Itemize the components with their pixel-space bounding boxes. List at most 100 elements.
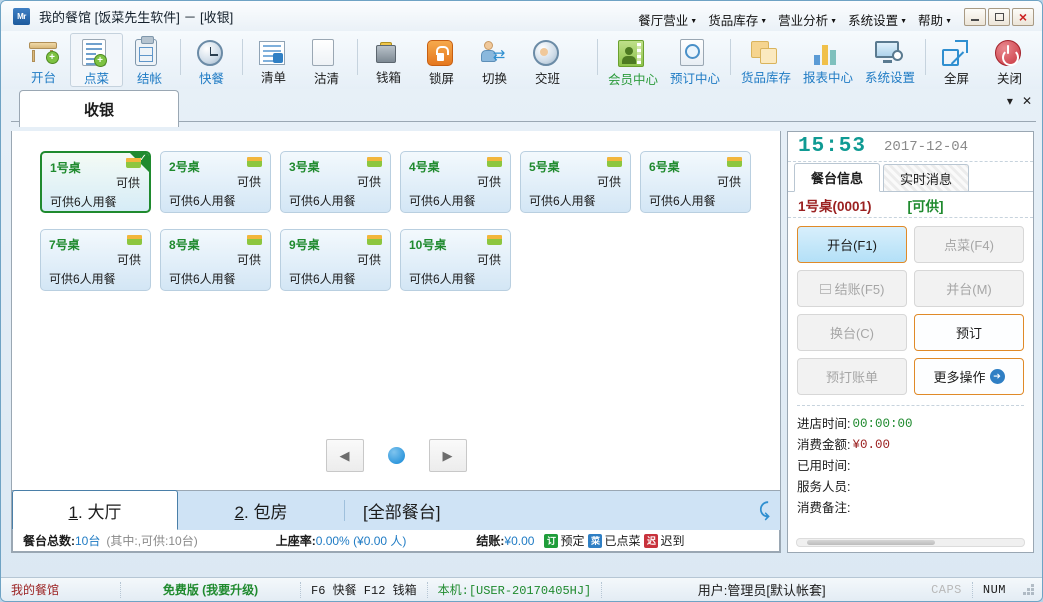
toolbar-separator bbox=[730, 39, 731, 75]
total-tables-note: (其中:,可供:10台) bbox=[106, 534, 198, 548]
table-card-2[interactable]: 2号桌 可供 可供6人用餐 bbox=[160, 151, 271, 213]
toolbar-soldout[interactable]: 沽清 bbox=[300, 33, 353, 87]
tab-realtime-message[interactable]: 实时消息 bbox=[883, 164, 970, 191]
table-card-10[interactable]: 10号桌 可供 可供6人用餐 bbox=[400, 229, 511, 291]
toolbar-open-table[interactable]: + 开台 bbox=[17, 33, 70, 87]
area-tab-private-room[interactable]: 2. 包房 bbox=[178, 491, 344, 530]
change-table-button[interactable]: 换台(C) bbox=[797, 314, 907, 351]
table-capacity: 可供6人用餐 bbox=[169, 272, 236, 286]
toolbar-system-settings[interactable]: 系统设置 bbox=[859, 33, 921, 87]
tab-table-info[interactable]: 餐台信息 bbox=[794, 163, 881, 192]
report-center-icon bbox=[813, 37, 843, 65]
menu-item-business-analysis[interactable]: 营业分析 ▼ bbox=[773, 8, 842, 31]
toolbar-checkout[interactable]: 结帐 bbox=[123, 33, 176, 87]
inventory-icon bbox=[751, 37, 781, 65]
table-card-3[interactable]: 3号桌 可供 可供6人用餐 bbox=[280, 151, 391, 213]
order-dish-button[interactable]: 点菜(F4) bbox=[914, 226, 1024, 263]
tab-list-chevron-icon[interactable]: ▾ bbox=[1007, 94, 1013, 108]
table-card-1[interactable]: ✓ 1号桌 可供 可供6人用餐 bbox=[40, 151, 151, 213]
prev-page-button[interactable]: ◀ bbox=[325, 439, 364, 472]
resize-grip[interactable] bbox=[1022, 583, 1036, 597]
more-operations-button[interactable]: 更多操作 ➔ bbox=[914, 358, 1024, 395]
table-status: 可供 bbox=[716, 175, 741, 189]
menu-item-system-settings[interactable]: 系统设置 ▼ bbox=[843, 8, 912, 31]
info-amount: 消费金额: ¥0.00 bbox=[797, 435, 1024, 456]
title-bar: Mr 我的餐馆 [饭菜先生软件] － [收银] 餐厅营业 ▼ 货品库存 ▼ 营业分析… bbox=[1, 1, 1042, 31]
scrollbar-thumb[interactable] bbox=[807, 540, 935, 545]
info-value: 00:00:00 bbox=[852, 417, 913, 431]
toolbar-power-off[interactable]: 关闭 bbox=[983, 33, 1036, 87]
toolbar-list[interactable]: 清单 bbox=[247, 33, 300, 87]
info-label: 进店时间: bbox=[797, 417, 851, 431]
tab-controls: ▾ ✕ bbox=[1007, 94, 1032, 108]
tab-close-icon[interactable]: ✕ bbox=[1022, 94, 1032, 108]
checkout-button[interactable]: 结账(F5) bbox=[797, 270, 907, 307]
toolbar-order-dish[interactable]: + 点菜 bbox=[70, 33, 123, 87]
table-capacity: 可供6人用餐 bbox=[409, 194, 476, 208]
toolbar-fullscreen[interactable]: 全屏 bbox=[930, 33, 983, 87]
status-edition[interactable]: 免费版 (我要升级) bbox=[121, 581, 301, 598]
table-status-icon bbox=[487, 157, 502, 168]
table-capacity: 可供6人用餐 bbox=[50, 195, 117, 209]
toolbar-shift-change[interactable]: 交班 bbox=[521, 33, 574, 87]
table-status-icon bbox=[367, 157, 382, 168]
merge-table-button[interactable]: 并台(M) bbox=[914, 270, 1024, 307]
toolbar-member-center[interactable]: 会员中心 bbox=[602, 33, 664, 87]
menu-item-restaurant-business[interactable]: 餐厅营业 ▼ bbox=[633, 8, 702, 31]
table-status-icon bbox=[487, 235, 502, 246]
table-capacity: 可供6人用餐 bbox=[409, 272, 476, 286]
toolbar-label: 系统设置 bbox=[864, 71, 915, 85]
horizontal-scrollbar[interactable] bbox=[796, 538, 1025, 547]
open-table-button[interactable]: 开台(F1) bbox=[797, 226, 907, 263]
table-name: 5号桌 bbox=[529, 160, 560, 174]
maximize-icon bbox=[994, 13, 1004, 21]
tables-pane: ✓ 1号桌 可供 可供6人用餐 2号桌 可供 可供6人用餐 3号桌 可供 可供6… bbox=[11, 131, 781, 553]
info-server: 服务人员: bbox=[797, 477, 1024, 498]
table-card-4[interactable]: 4号桌 可供 可供6人用餐 bbox=[400, 151, 511, 213]
pre-print-bill-button[interactable]: 预打账单 bbox=[797, 358, 907, 395]
toolbar-cash-drawer[interactable]: 钱箱 bbox=[362, 33, 415, 87]
app-logo-icon: Mr bbox=[13, 7, 30, 25]
minimize-button[interactable] bbox=[964, 8, 986, 26]
table-card-6[interactable]: 6号桌 可供 可供6人用餐 bbox=[640, 151, 751, 213]
refresh-icon[interactable]: ⤸ bbox=[759, 500, 770, 521]
close-button[interactable]: × bbox=[1012, 8, 1034, 26]
toolbar-fastfood[interactable]: 快餐 bbox=[185, 33, 238, 87]
maximize-button[interactable] bbox=[988, 8, 1010, 26]
table-card-5[interactable]: 5号桌 可供 可供6人用餐 bbox=[520, 151, 631, 213]
selected-table-header: 1号桌(0001) [可供] bbox=[788, 192, 1033, 218]
toolbar-switch-user[interactable]: ⇄ 切换 bbox=[468, 33, 521, 87]
selected-table-name: 1号桌(0001) bbox=[798, 198, 872, 214]
tab-cashier[interactable]: 收银 bbox=[19, 90, 179, 127]
page-indicator-dot[interactable] bbox=[387, 447, 405, 464]
table-name: 10号桌 bbox=[409, 238, 447, 252]
toolbar-lock-screen[interactable]: 锁屏 bbox=[415, 33, 468, 87]
right-tab-bar: 餐台信息 实时消息 bbox=[788, 162, 1033, 192]
menu-item-help[interactable]: 帮助 ▼ bbox=[913, 8, 957, 31]
info-value: ¥0.00 bbox=[852, 438, 890, 452]
toolbar-inventory[interactable]: 货品库存 bbox=[735, 33, 797, 87]
area-tab-label: 包房 bbox=[253, 503, 288, 522]
toolbar-label: 沽清 bbox=[313, 72, 339, 86]
window-controls: × bbox=[964, 8, 1034, 26]
reserve-button[interactable]: 预订 bbox=[914, 314, 1024, 351]
status-legend: 订 预定 菜 已点菜 迟 迟到 bbox=[544, 532, 685, 549]
table-card-7[interactable]: 7号桌 可供 可供6人用餐 bbox=[40, 229, 151, 291]
toolbar-reservation-center[interactable]: 预订中心 bbox=[664, 33, 726, 87]
info-elapsed-time: 已用时间: bbox=[797, 456, 1024, 477]
area-tab-hall[interactable]: 1. 大厅 bbox=[12, 490, 178, 530]
table-card-9[interactable]: 9号桌 可供 可供6人用餐 bbox=[280, 229, 391, 291]
next-page-button[interactable]: ▶ bbox=[428, 439, 467, 472]
member-center-icon bbox=[618, 37, 648, 67]
toolbar-label: 结帐 bbox=[136, 72, 162, 86]
list-icon bbox=[258, 37, 289, 65]
menu-bar: 餐厅营业 ▼ 货品库存 ▼ 营业分析 ▼ 系统设置 ▼ 帮助 ▼ bbox=[633, 8, 957, 31]
toolbar-report-center[interactable]: 报表中心 bbox=[797, 33, 859, 87]
toolbar-separator bbox=[180, 39, 181, 75]
main-toolbar: + 开台 + 点菜 结帐 快餐 清单 沽清 钱箱 锁屏 ⇄ 切换 交班 会员中心… bbox=[1, 31, 1042, 89]
menu-label: 帮助 bbox=[918, 14, 944, 28]
table-card-8[interactable]: 8号桌 可供 可供6人用餐 bbox=[160, 229, 271, 291]
area-tab-all-tables[interactable]: [全部餐台] bbox=[345, 491, 458, 530]
menu-item-inventory[interactable]: 货品库存 ▼ bbox=[703, 8, 772, 31]
tables-row: ✓ 1号桌 可供 可供6人用餐 2号桌 可供 可供6人用餐 3号桌 可供 可供6… bbox=[40, 151, 780, 229]
